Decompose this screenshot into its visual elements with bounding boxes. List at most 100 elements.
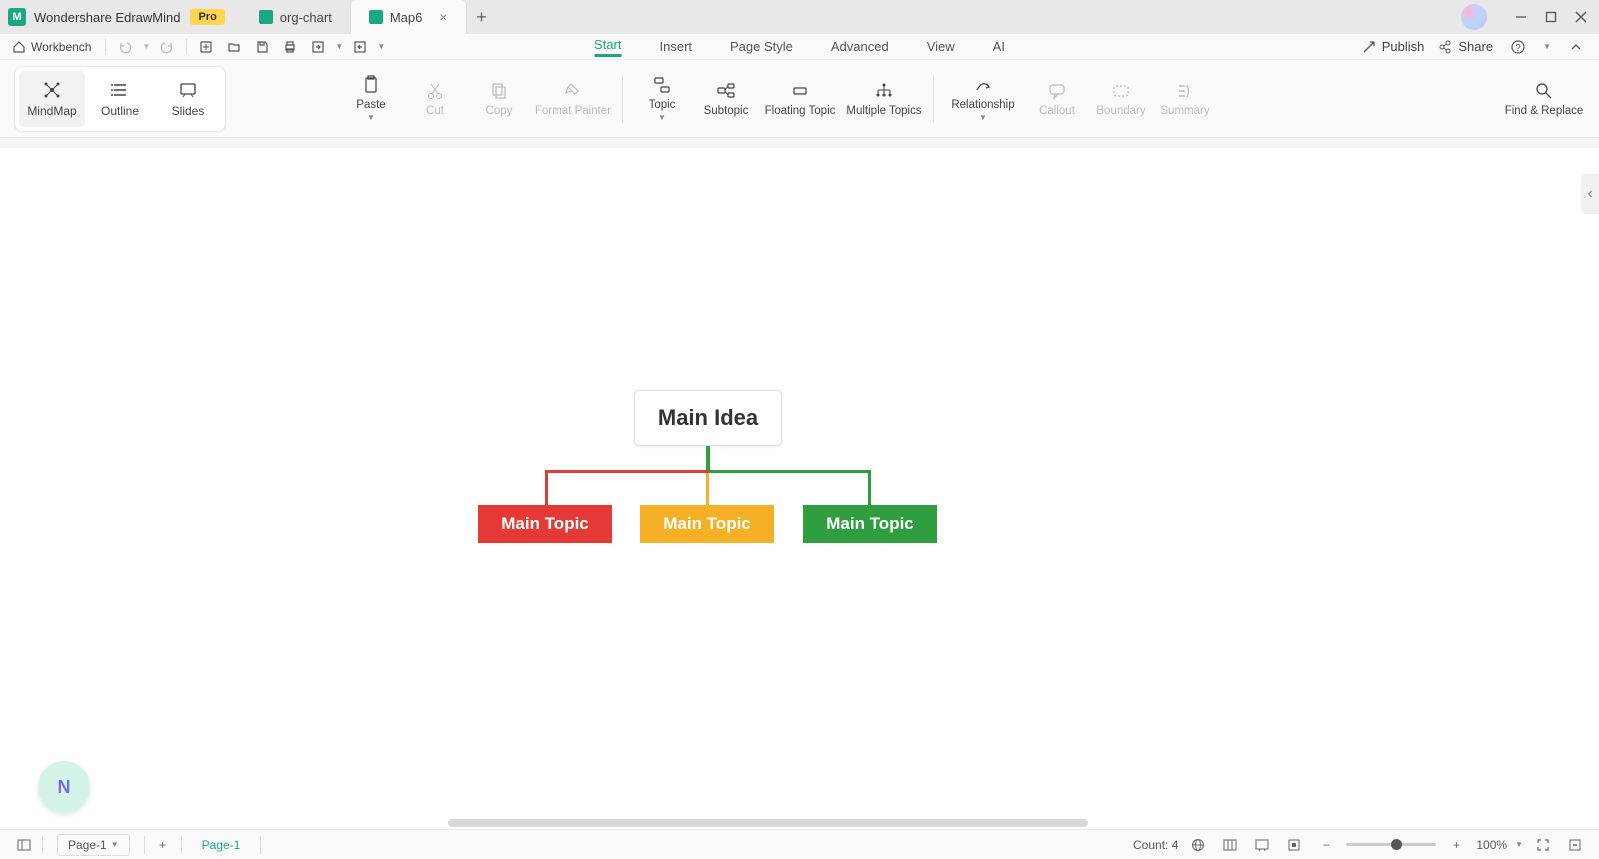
canvas[interactable]: Main Idea Main Topic Main Topic Main Top… [0, 148, 1599, 829]
view-mindmap[interactable]: MindMap [19, 71, 85, 127]
save-button[interactable] [251, 36, 273, 58]
dropdown-icon[interactable]: ▼ [142, 42, 150, 51]
workbench-button[interactable]: Workbench [12, 40, 91, 54]
maximize-button[interactable] [1537, 3, 1565, 31]
tab-map6[interactable]: Map6 × [351, 0, 467, 34]
collapse-ribbon-button[interactable] [1565, 36, 1587, 58]
view-slides[interactable]: Slides [155, 71, 221, 127]
pro-badge: Pro [190, 9, 224, 25]
menu-ai[interactable]: AI [993, 39, 1005, 56]
zoom-out-button[interactable]: − [1314, 833, 1338, 857]
open-file-button[interactable] [223, 36, 245, 58]
dropdown-icon[interactable]: ▼ [335, 42, 343, 51]
redo-button[interactable] [156, 36, 178, 58]
ai-assistant-button[interactable]: N [38, 761, 90, 813]
view-label: MindMap [27, 104, 76, 118]
tool-label: Paste [356, 99, 385, 111]
tool-label: Floating Topic [765, 105, 836, 117]
boundary-button[interactable]: Boundary [1090, 67, 1152, 131]
copy-button[interactable]: Copy [468, 67, 530, 131]
main-topic-3[interactable]: Main Topic [803, 505, 937, 543]
app-name: Wondershare EdrawMind [34, 10, 180, 25]
separator [105, 39, 106, 55]
world-button[interactable] [1186, 833, 1210, 857]
add-page-button[interactable]: + [151, 833, 175, 857]
cut-button[interactable]: Cut [404, 67, 466, 131]
menu-pagestyle[interactable]: Page Style [730, 39, 793, 56]
expand-side-panel[interactable]: ‹ [1581, 174, 1599, 214]
mindmap-icon [42, 80, 62, 100]
page-selector[interactable]: Page-1 ▼ [57, 834, 130, 856]
doc-icon [369, 10, 383, 24]
dropdown-icon: ▼ [658, 113, 666, 122]
topic-count: Count: 4 [1133, 838, 1178, 852]
subtopic-button[interactable]: Subtopic [695, 67, 757, 131]
ribbon: MindMap Outline Slides Paste ▼ Cut Copy … [0, 60, 1599, 138]
present-button[interactable] [1250, 833, 1274, 857]
tool-label: Relationship [951, 99, 1014, 111]
multiple-topics-button[interactable]: Multiple Topics [843, 67, 925, 131]
dropdown-icon[interactable]: ▼ [1543, 42, 1551, 51]
menu-insert[interactable]: Insert [660, 39, 693, 56]
quick-access-bar: Workbench ▼ ▼ ▼ Start Insert Page Style … [0, 34, 1599, 60]
new-file-button[interactable] [195, 36, 217, 58]
connector [706, 446, 710, 472]
separator [186, 39, 187, 55]
new-tab-button[interactable]: + [467, 7, 497, 28]
tool-label: Find & Replace [1505, 105, 1584, 117]
menu-start[interactable]: Start [594, 37, 621, 57]
slides-icon [178, 80, 198, 100]
active-page-tab[interactable]: Page-1 [202, 838, 241, 852]
export-button[interactable] [307, 36, 329, 58]
summary-button[interactable]: Summary [1154, 67, 1216, 131]
tab-label: Map6 [390, 10, 423, 25]
zoom-thumb[interactable] [1391, 839, 1402, 850]
callout-button[interactable]: Callout [1026, 67, 1088, 131]
menu-view[interactable]: View [927, 39, 955, 56]
format-painter-button[interactable]: Format Painter [532, 67, 614, 131]
dropdown-icon[interactable]: ▼ [377, 42, 385, 51]
status-bar: Page-1 ▼ + Page-1 Count: 4 − + 100% ▼ [0, 829, 1599, 859]
outline-icon [110, 80, 130, 100]
view-outline[interactable]: Outline [87, 71, 153, 127]
tool-label: Format Painter [535, 105, 611, 117]
import-button[interactable] [349, 36, 371, 58]
main-topic-1[interactable]: Main Topic [478, 505, 612, 543]
user-avatar[interactable] [1461, 4, 1487, 30]
root-topic[interactable]: Main Idea [634, 390, 782, 446]
copy-icon [489, 81, 509, 101]
main-topic-2[interactable]: Main Topic [640, 505, 774, 543]
boundary-icon [1111, 81, 1131, 101]
svg-text:?: ? [1515, 43, 1521, 54]
chevron-down-icon[interactable]: ▼ [1515, 840, 1523, 849]
share-button[interactable]: Share [1438, 39, 1493, 54]
tool-label: Multiple Topics [846, 105, 921, 117]
tab-org-chart[interactable]: org-chart [241, 0, 351, 34]
fit-button[interactable] [1282, 833, 1306, 857]
tool-label: Summary [1160, 105, 1209, 117]
minimize-button[interactable] [1507, 3, 1535, 31]
column-view-button[interactable] [1218, 833, 1242, 857]
topic-button[interactable]: Topic ▼ [631, 67, 693, 131]
find-replace-button[interactable]: Find & Replace [1503, 67, 1585, 131]
publish-button[interactable]: Publish [1362, 39, 1425, 54]
relationship-button[interactable]: Relationship ▼ [942, 67, 1024, 131]
title-bar: M Wondershare EdrawMind Pro org-chart Ma… [0, 0, 1599, 34]
close-tab-icon[interactable]: × [439, 9, 447, 25]
connector [545, 470, 708, 473]
fullscreen-button[interactable] [1531, 833, 1555, 857]
undo-button[interactable] [114, 36, 136, 58]
windowed-button[interactable] [1563, 833, 1587, 857]
paste-button[interactable]: Paste ▼ [340, 67, 402, 131]
zoom-in-button[interactable]: + [1444, 833, 1468, 857]
tool-label: Callout [1039, 105, 1075, 117]
floating-topic-button[interactable]: Floating Topic [759, 67, 841, 131]
zoom-slider[interactable] [1346, 843, 1436, 846]
close-button[interactable] [1567, 3, 1595, 31]
help-button[interactable]: ? [1507, 36, 1529, 58]
print-button[interactable] [279, 36, 301, 58]
page-panel-toggle[interactable] [12, 833, 36, 857]
menu-advanced[interactable]: Advanced [831, 39, 889, 56]
horizontal-scrollbar[interactable] [448, 819, 1088, 827]
zoom-level: 100% [1476, 838, 1507, 852]
